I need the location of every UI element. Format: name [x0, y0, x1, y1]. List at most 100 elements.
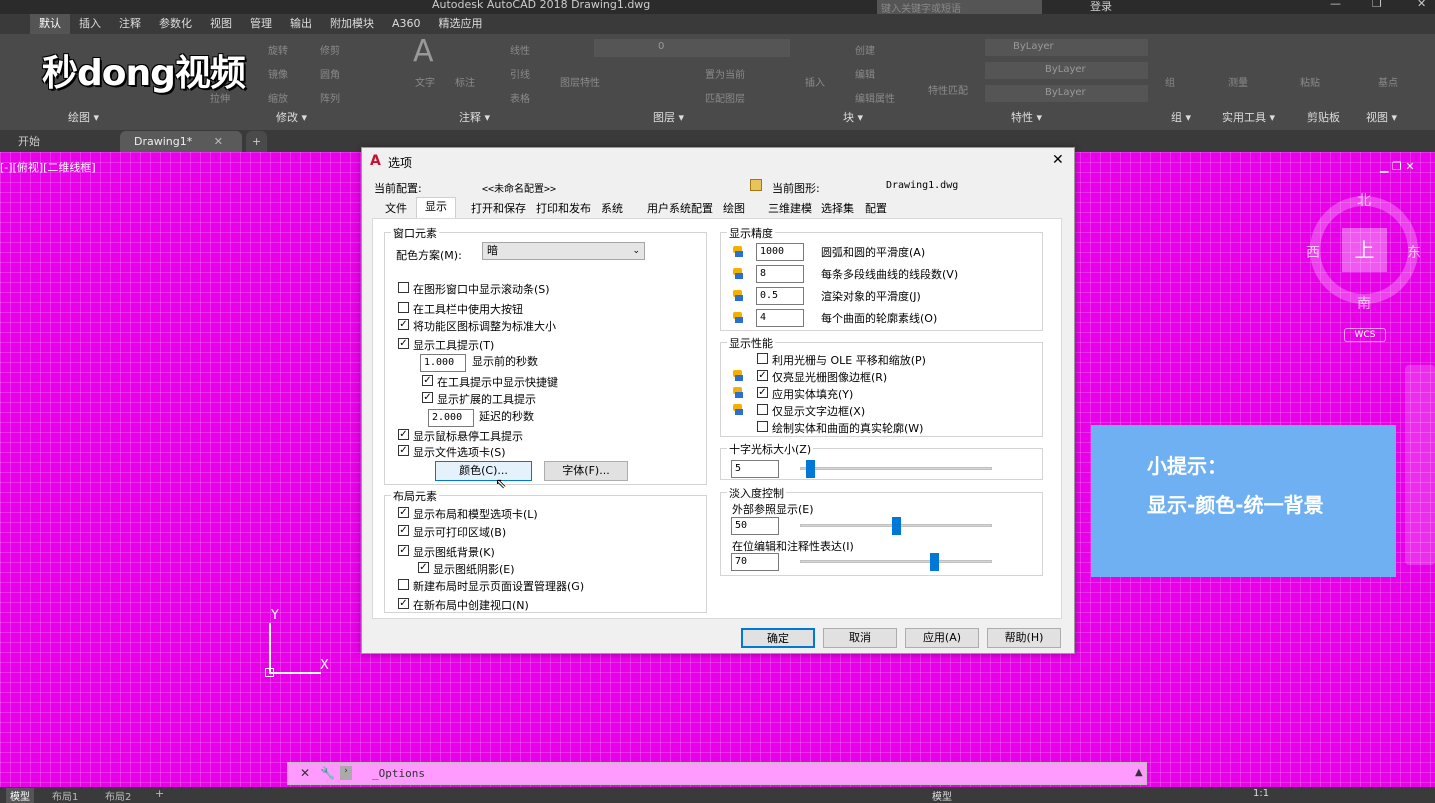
layer-dropdown[interactable]: 0: [594, 39, 790, 57]
set-current-layer-tool[interactable]: 置为当前: [705, 66, 745, 81]
xref-fade-slider-thumb[interactable]: [892, 517, 901, 535]
panel-block[interactable]: 块 ▾: [843, 108, 863, 128]
command-settings-icon[interactable]: 🔧: [320, 766, 335, 780]
inplace-fade-slider-thumb[interactable]: [930, 553, 940, 571]
model-space-toggle[interactable]: 模型: [932, 788, 952, 803]
checkbox-solid-fill[interactable]: ✓: [757, 387, 768, 398]
ribbon-tab-insert[interactable]: 插入: [70, 14, 110, 34]
measure-tool[interactable]: 测量: [1228, 74, 1248, 89]
mirror-tool[interactable]: 镜像: [268, 66, 288, 81]
inplace-fade-input[interactable]: 70: [731, 553, 779, 571]
rotate-tool[interactable]: 旋转: [268, 42, 288, 57]
close-tab-icon[interactable]: ✕: [214, 135, 223, 148]
checkbox-large-buttons[interactable]: [398, 302, 409, 313]
tab-display[interactable]: 显示: [416, 197, 456, 218]
checkbox-extended-tooltips[interactable]: ✓: [422, 392, 433, 403]
layout2-tab[interactable]: 布局2: [105, 788, 131, 803]
viewcube-east[interactable]: 东: [1407, 242, 1421, 262]
apply-button[interactable]: 应用(A): [905, 628, 979, 648]
ribbon-tab-annotate[interactable]: 注释: [110, 14, 150, 34]
command-line[interactable]: ✕ 🔧 › _Options ▲: [287, 762, 1147, 785]
tab-open-save[interactable]: 打开和保存: [468, 200, 529, 217]
panel-utilities[interactable]: 实用工具 ▾: [1222, 108, 1275, 128]
ribbon-tab-home[interactable]: 默认: [30, 14, 70, 34]
color-scheme-select[interactable]: 暗 ⌄: [482, 242, 645, 260]
group-tool[interactable]: 组: [1165, 74, 1175, 89]
viewport-label[interactable]: [-][俯视][二维线框]: [0, 159, 96, 175]
restore-icon[interactable]: ❐: [1372, 0, 1382, 10]
command-history-icon[interactable]: ▲: [1135, 767, 1143, 778]
checkbox-scrollbars[interactable]: [398, 282, 409, 293]
panel-properties[interactable]: 特性 ▾: [1011, 108, 1042, 128]
model-tab[interactable]: 模型: [6, 788, 34, 803]
arc-smoothness-input[interactable]: 1000: [756, 243, 804, 261]
ribbon-tab-view[interactable]: 视图: [201, 14, 241, 34]
ribbon-tab-output[interactable]: 输出: [281, 14, 321, 34]
layout1-tab[interactable]: 布局1: [52, 788, 78, 803]
tab-user-preferences[interactable]: 用户系统配置: [644, 200, 716, 217]
paste-tool[interactable]: 粘贴: [1300, 74, 1320, 89]
checkbox-rollover-tooltips[interactable]: ✓: [398, 429, 409, 440]
trim-tool[interactable]: 修剪: [320, 42, 340, 57]
crosshair-slider-thumb[interactable]: [805, 460, 815, 478]
ok-button[interactable]: 确定: [741, 628, 815, 648]
ribbon-tab-manage[interactable]: 管理: [241, 14, 281, 34]
checkbox-ribbon-icons[interactable]: ✓: [398, 319, 409, 330]
panel-view[interactable]: 视图 ▾: [1366, 108, 1397, 128]
polyline-segments-input[interactable]: 8: [756, 265, 804, 283]
tab-3d-modeling[interactable]: 三维建模: [765, 200, 815, 217]
ribbon-tab-addins[interactable]: 附加模块: [321, 14, 383, 34]
edit-block-tool[interactable]: 编辑: [855, 66, 875, 81]
lineweight-dropdown[interactable]: ByLayer: [985, 85, 1148, 102]
checkbox-printable-area[interactable]: ✓: [398, 525, 409, 536]
tab-files[interactable]: 文件: [382, 200, 410, 217]
dimension-tool[interactable]: 标注: [455, 74, 475, 89]
extended-delay-input[interactable]: 2.000: [428, 409, 474, 427]
checkbox-text-frame[interactable]: [757, 404, 768, 415]
rendered-smoothness-input[interactable]: 0.5: [756, 287, 804, 305]
xref-fade-input[interactable]: 50: [731, 517, 779, 535]
crosshair-size-input[interactable]: 5: [731, 460, 779, 478]
text-large-icon[interactable]: A: [413, 34, 434, 69]
checkbox-true-silhouettes[interactable]: [757, 421, 768, 432]
viewcube-west[interactable]: 西: [1306, 242, 1320, 262]
checkbox-layout-tabs[interactable]: ✓: [398, 507, 409, 518]
fonts-button[interactable]: 字体(F)...: [544, 461, 628, 481]
checkbox-tooltips[interactable]: ✓: [398, 338, 409, 349]
tab-plot-publish[interactable]: 打印和发布: [533, 200, 594, 217]
create-block-tool[interactable]: 创建: [855, 42, 875, 57]
tab-selection[interactable]: 选择集: [818, 200, 857, 217]
checkbox-page-setup[interactable]: [398, 579, 409, 590]
checkbox-shortcut-keys[interactable]: ✓: [422, 375, 433, 386]
crosshair-slider-track[interactable]: [800, 467, 992, 470]
checkbox-raster-frame[interactable]: ✓: [757, 370, 768, 381]
panel-annotation[interactable]: 注释 ▾: [459, 108, 490, 128]
add-layout-icon[interactable]: +: [155, 787, 164, 800]
tab-drawing1[interactable]: Drawing1* ✕: [120, 131, 242, 152]
checkbox-paper-background[interactable]: ✓: [398, 545, 409, 556]
login-link[interactable]: 登录: [1090, 0, 1112, 14]
panel-modify[interactable]: 修改 ▾: [276, 108, 307, 128]
panel-clipboard[interactable]: 剪贴板: [1307, 108, 1340, 128]
colors-button[interactable]: 颜色(C)...: [435, 461, 532, 481]
inplace-fade-slider-track[interactable]: [800, 560, 992, 563]
command-close-icon[interactable]: ✕: [300, 766, 310, 780]
panel-draw[interactable]: 绘图 ▾: [68, 108, 99, 128]
leader-tool[interactable]: 引线: [510, 66, 530, 81]
color-dropdown[interactable]: ByLayer: [985, 39, 1148, 56]
tab-system[interactable]: 系统: [598, 200, 626, 217]
help-button[interactable]: 帮助(H): [987, 628, 1061, 648]
wcs-menu[interactable]: WCS: [1344, 328, 1386, 342]
ribbon-tab-featured[interactable]: 精选应用: [430, 14, 492, 34]
panel-groups[interactable]: 组 ▾: [1171, 108, 1191, 128]
minimize-icon[interactable]: —: [1330, 0, 1341, 10]
ribbon-tab-parametric[interactable]: 参数化: [150, 14, 201, 34]
navigation-bar[interactable]: [1405, 365, 1435, 565]
checkbox-file-tabs[interactable]: ✓: [398, 445, 409, 456]
checkbox-paper-shadow[interactable]: ✓: [418, 562, 429, 573]
tooltip-delay-input[interactable]: 1.000: [420, 354, 466, 372]
command-prompt-icon[interactable]: ›: [340, 766, 352, 780]
match-properties-tool[interactable]: 特性匹配: [928, 82, 968, 97]
edit-attribute-tool[interactable]: 编辑属性: [855, 90, 895, 105]
viewcube-north[interactable]: 北: [1357, 190, 1371, 210]
